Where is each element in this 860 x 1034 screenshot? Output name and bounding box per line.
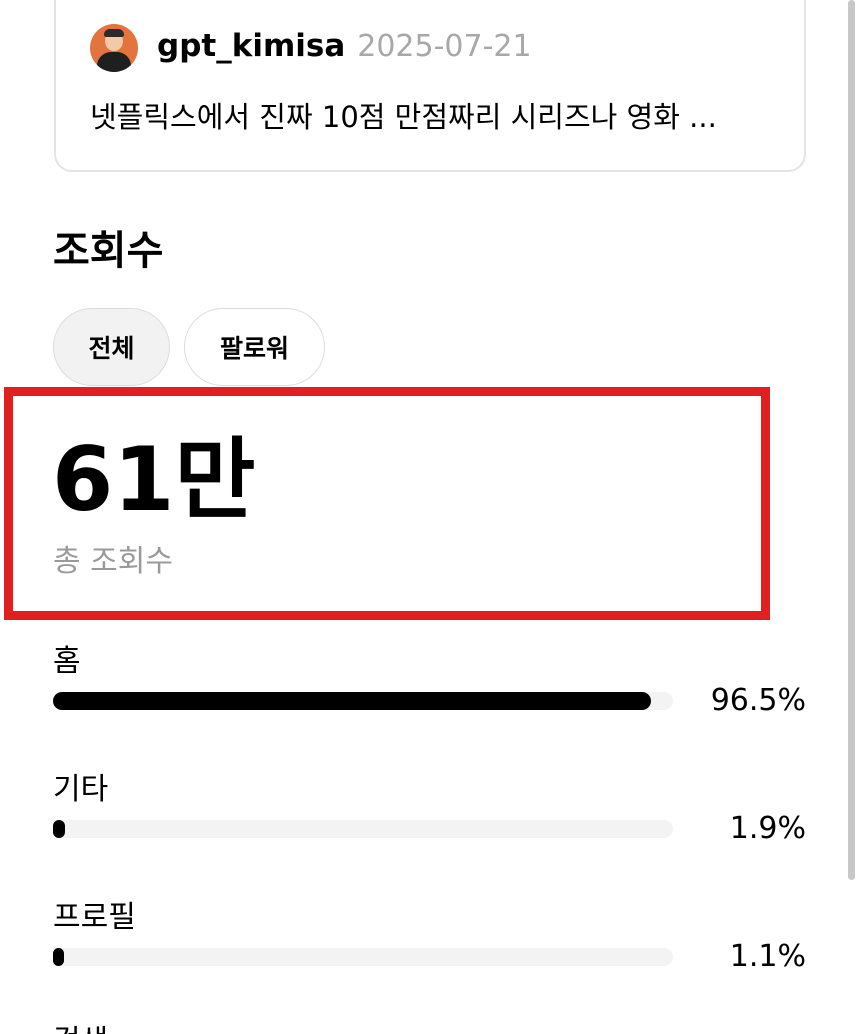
tab-followers[interactable]: 팔로워 <box>184 308 325 386</box>
source-percent-other: 1.9% <box>729 811 806 846</box>
post-card[interactable] <box>54 0 806 172</box>
source-label-search: 검색 <box>53 1016 108 1034</box>
post-snippet[interactable]: 넷플릭스에서 진짜 10점 만점짜리 시리즈나 영화 ... <box>90 94 770 136</box>
avatar-hair-shape <box>104 29 124 37</box>
total-views-value: 61만 <box>52 428 256 531</box>
tab-all[interactable]: 전체 <box>53 308 170 386</box>
source-bar-fill-other <box>53 820 65 838</box>
source-label-other: 기타 <box>53 772 109 807</box>
post-author-name[interactable]: gpt_kimisa <box>157 28 345 64</box>
post-date: 2025-07-21 <box>357 29 532 64</box>
source-percent-profile: 1.1% <box>729 939 806 974</box>
source-bar-profile <box>53 948 673 966</box>
source-label-profile: 프로필 <box>53 900 136 935</box>
post-author-row: gpt_kimisa 2025-07-21 <box>157 28 532 64</box>
views-section-title: 조회수 <box>53 228 164 274</box>
source-percent-home: 96.5% <box>710 683 806 718</box>
avatar[interactable] <box>90 24 138 72</box>
total-views-label: 총 조회수 <box>53 544 173 579</box>
source-bar-other <box>53 820 673 838</box>
source-bar-fill-profile <box>53 948 64 966</box>
insights-page: gpt_kimisa 2025-07-21 넷플릭스에서 진짜 10점 만점짜리… <box>0 0 860 1034</box>
avatar-body-shape <box>97 52 131 72</box>
source-bar-fill-home <box>53 692 652 710</box>
source-label-home: 홈 <box>53 644 81 679</box>
source-bar-home <box>53 692 673 710</box>
scrollbar[interactable] <box>848 0 855 880</box>
